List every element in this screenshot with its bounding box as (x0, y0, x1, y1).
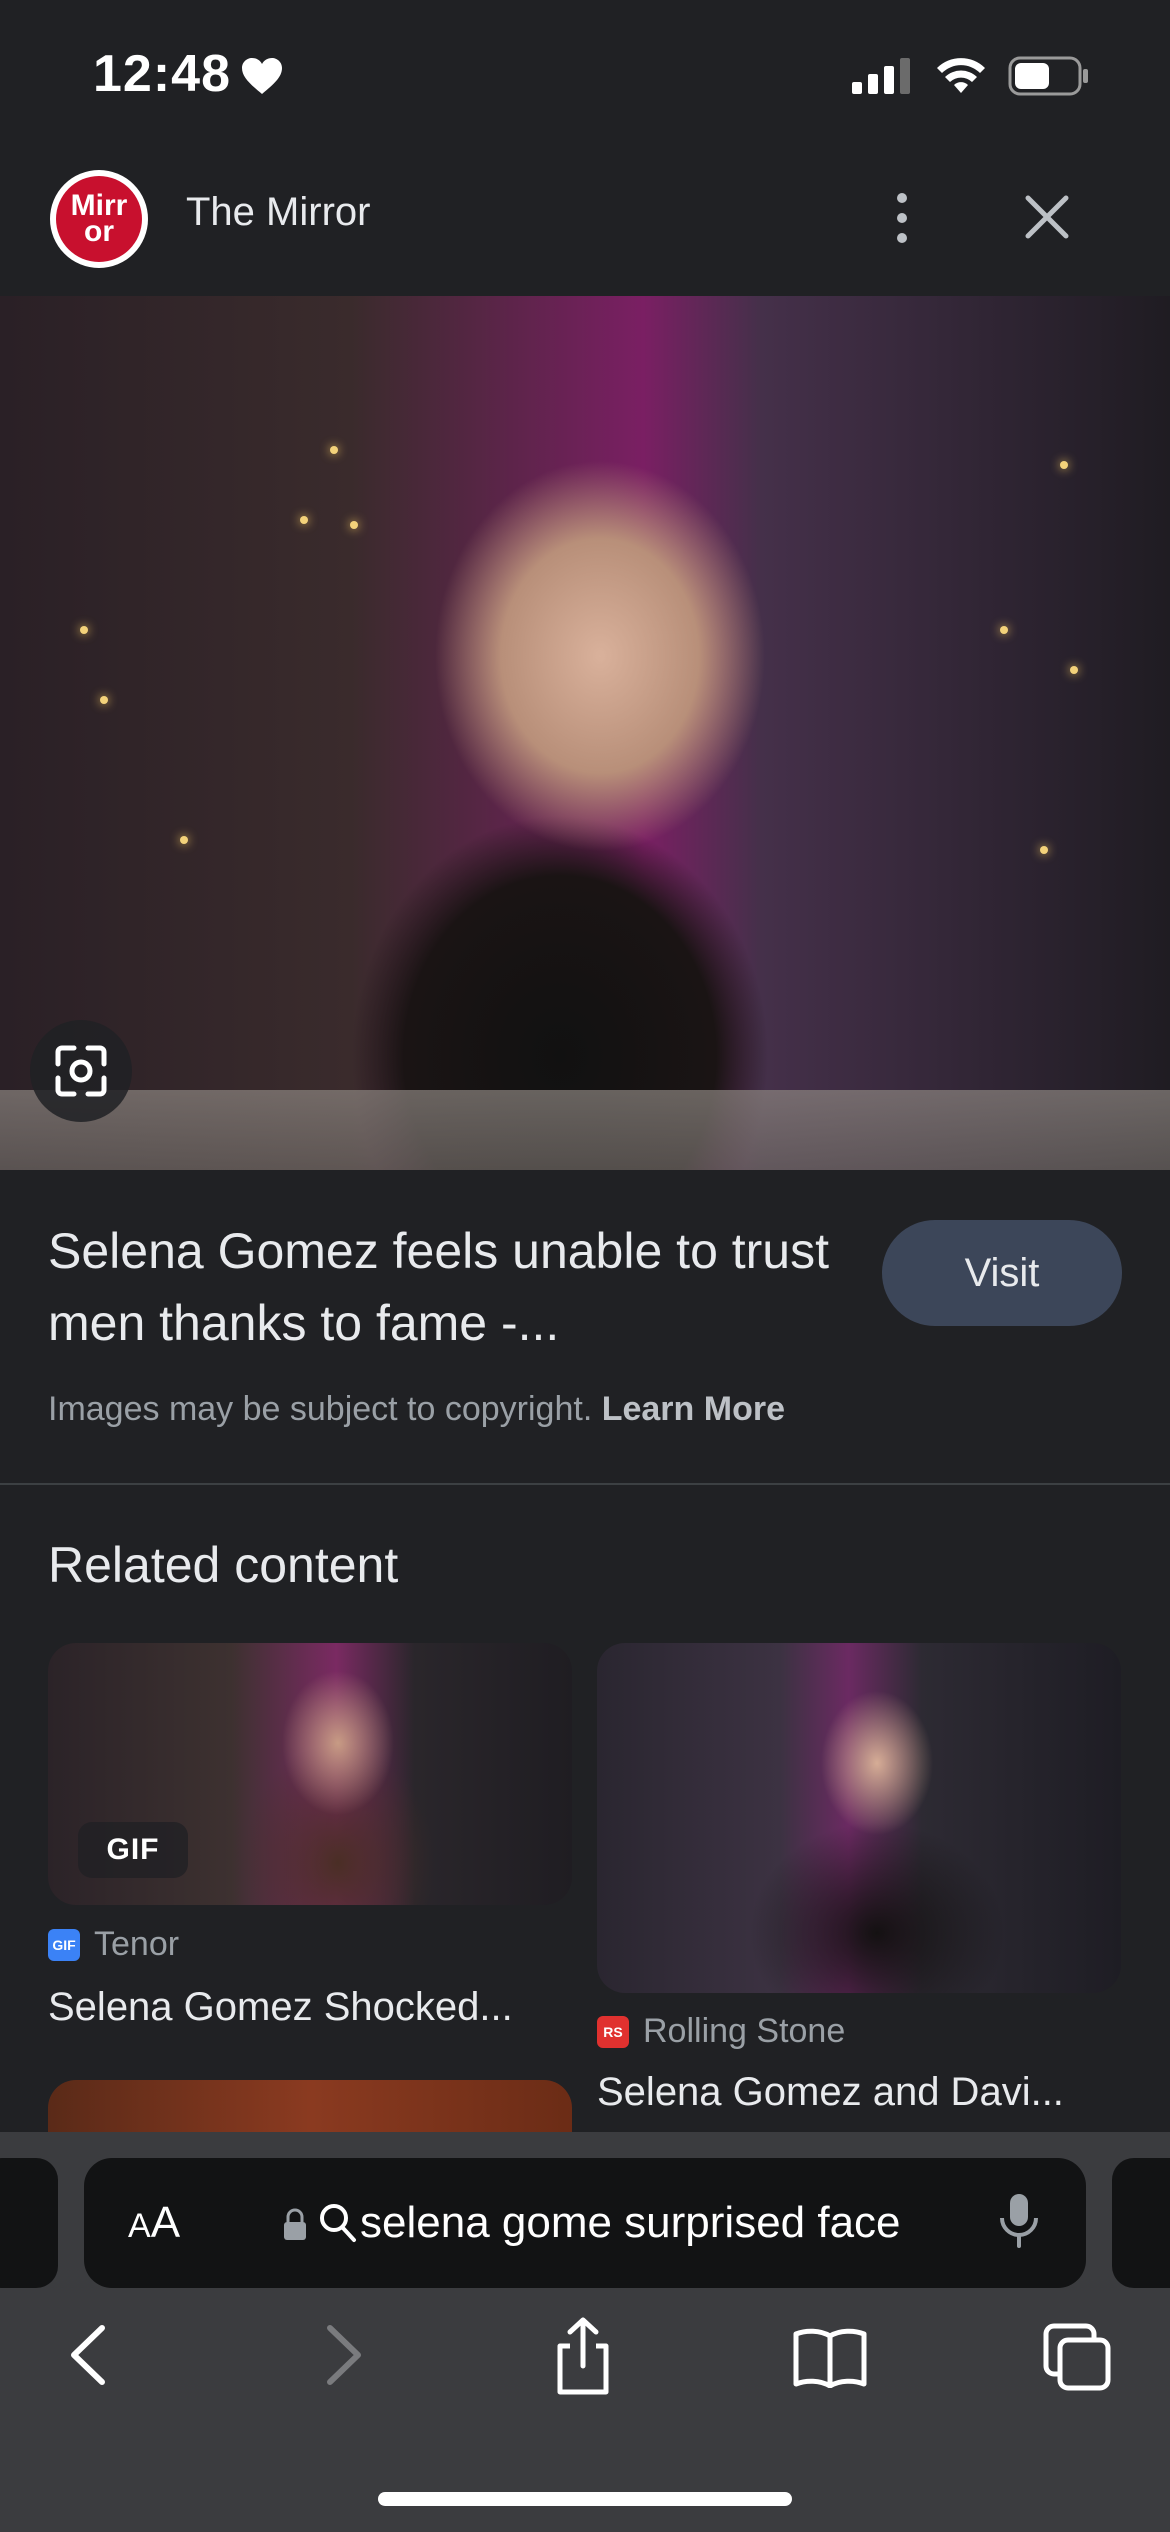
result-header (0, 150, 1170, 296)
google-lens-button[interactable] (30, 1020, 132, 1122)
search-icon (318, 2200, 358, 2249)
related-thumbnail[interactable] (48, 2080, 572, 2140)
back-icon[interactable] (60, 2320, 120, 2395)
forward-icon[interactable] (312, 2320, 372, 2395)
tenor-favicon-icon: GIF (48, 1928, 80, 1961)
close-icon[interactable] (1022, 192, 1072, 247)
text-size-large-label: A (150, 2198, 181, 2247)
share-icon[interactable] (550, 2316, 616, 2401)
text-size-button[interactable]: AA (128, 2198, 180, 2248)
cellular-signal-icon (852, 58, 914, 99)
address-text[interactable]: selena gome surprised face (360, 2198, 901, 2248)
bookmarks-icon[interactable] (792, 2326, 868, 2393)
gif-badge: GIF (78, 1822, 188, 1878)
related-source: RS Rolling Stone (597, 2012, 845, 2051)
learn-more-link[interactable]: Learn More (602, 1390, 785, 1428)
copyright-notice: Images may be subject to copyright. Lear… (48, 1390, 785, 1429)
battery-icon (1008, 56, 1090, 101)
related-caption[interactable]: Selena Gomez Shocked... (48, 1985, 572, 2030)
wifi-icon (935, 55, 987, 100)
related-content-heading: Related content (48, 1537, 399, 1593)
site-name[interactable]: The Mirror (186, 190, 370, 235)
related-source: GIF Tenor (48, 1925, 179, 1964)
site-logo-text: Mirr or (56, 176, 142, 262)
result-title[interactable]: Selena Gomez feels unable to trust men t… (48, 1215, 848, 1359)
microphone-icon[interactable] (998, 2192, 1040, 2255)
text-size-small-label: A (128, 2207, 151, 2245)
related-thumbnail[interactable] (597, 1643, 1121, 1993)
copyright-text: Images may be subject to copyright. (48, 1390, 593, 1428)
tabs-icon[interactable] (1042, 2322, 1114, 2399)
section-divider (0, 1483, 1170, 1485)
home-indicator (378, 2492, 792, 2506)
more-options-icon[interactable] (880, 190, 924, 251)
heart-icon (240, 56, 284, 101)
lock-icon (282, 2208, 308, 2247)
related-source-name: Tenor (94, 1925, 180, 1963)
next-tab-peek[interactable] (1112, 2158, 1170, 2288)
rolling-stone-favicon-icon: RS (597, 2015, 629, 2048)
related-source-name: Rolling Stone (643, 2012, 846, 2050)
result-image[interactable] (0, 296, 1170, 1170)
status-time: 12:48 (93, 45, 231, 103)
visit-button[interactable]: Visit (882, 1220, 1122, 1326)
site-logo: Mirr or (50, 170, 148, 268)
previous-tab-peek[interactable] (0, 2158, 58, 2288)
related-caption[interactable]: Selena Gomez and Davi... (597, 2070, 1121, 2115)
